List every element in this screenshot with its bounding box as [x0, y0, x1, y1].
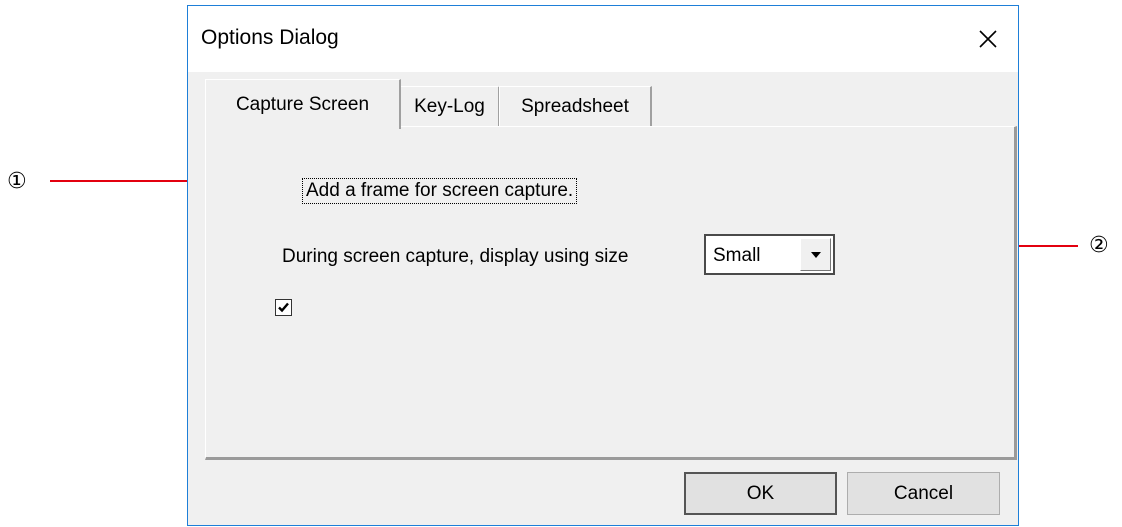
chevron-down-icon: [810, 251, 821, 258]
callout-one: ①: [7, 168, 27, 193]
display-size-value: Small: [713, 245, 761, 266]
tab-key-log[interactable]: Key-Log: [400, 86, 500, 126]
display-size-label: During screen capture, display using siz…: [282, 246, 629, 267]
callout-two: ②: [1089, 232, 1109, 257]
title-bar[interactable]: Options Dialog: [188, 6, 1018, 72]
close-icon: [979, 30, 997, 48]
frame-checkbox[interactable]: [275, 299, 292, 316]
options-dialog: Options Dialog Add a frame for screen ca…: [187, 5, 1019, 526]
cancel-button[interactable]: Cancel: [847, 472, 1000, 515]
tab-spreadsheet-label: Spreadsheet: [521, 95, 629, 117]
display-size-select[interactable]: Small: [704, 234, 835, 275]
tab-key-log-label: Key-Log: [414, 95, 485, 117]
ok-button[interactable]: OK: [684, 472, 837, 515]
dialog-title: Options Dialog: [201, 26, 339, 49]
frame-checkbox-label[interactable]: Add a frame for screen capture.: [301, 178, 578, 204]
tab-capture-screen[interactable]: Capture Screen: [205, 79, 401, 129]
ok-button-label: OK: [746, 482, 775, 504]
tab-panel-capture-screen: Add a frame for screen capture. During s…: [205, 126, 1017, 460]
close-button[interactable]: [958, 6, 1018, 72]
dropdown-button[interactable]: [800, 238, 831, 271]
tab-capture-screen-label: Capture Screen: [235, 93, 370, 115]
checkmark-icon: [278, 302, 289, 313]
tab-spreadsheet[interactable]: Spreadsheet: [499, 86, 652, 126]
cancel-button-label: Cancel: [893, 482, 954, 504]
